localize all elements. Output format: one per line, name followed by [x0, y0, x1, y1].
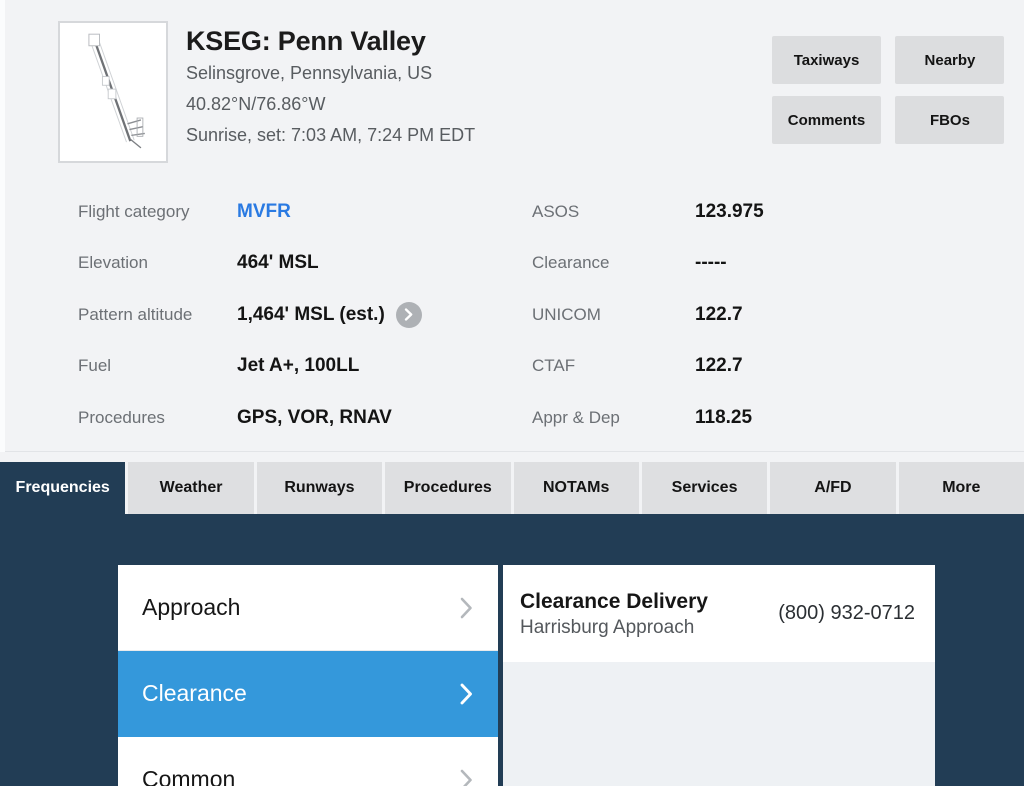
list-item-label: Clearance	[142, 680, 247, 706]
chevron-right-icon	[459, 596, 474, 620]
pattern-altitude-value-wrap: 1,464' MSL (est.)	[237, 301, 422, 328]
info-row-flight-category: Flight category MVFR	[78, 186, 518, 238]
elevation-value: 464' MSL	[237, 252, 319, 274]
info-row-unicom: UNICOM 122.7	[532, 289, 962, 341]
frequencies-panel: Approach Clearance Common Clearance Deli…	[0, 514, 1024, 786]
info-label: Fuel	[78, 356, 112, 376]
list-item-common[interactable]: Common	[118, 737, 498, 786]
detail-phone-number[interactable]: (800) 932-0712	[778, 602, 915, 625]
asos-value: 123.975	[695, 200, 764, 222]
airport-info-grid: Flight category MVFR Elevation 464' MSL …	[0, 186, 1024, 444]
fbos-button[interactable]: FBOs	[895, 96, 1005, 144]
info-row-asos: ASOS 123.975	[532, 186, 962, 238]
chevron-right-glyph	[460, 683, 472, 704]
info-label: Clearance	[532, 253, 610, 273]
chevron-right-glyph	[460, 769, 472, 786]
tab-runways[interactable]: Runways	[256, 462, 386, 514]
info-row-pattern-altitude: Pattern altitude 1,464' MSL (est.)	[78, 289, 518, 341]
runway-diagram-icon	[60, 23, 166, 161]
detail-title: Clearance Delivery	[520, 589, 708, 613]
info-label: CTAF	[532, 356, 576, 376]
list-item-approach[interactable]: Approach	[118, 565, 498, 651]
tab-services[interactable]: Services	[641, 462, 771, 514]
chevron-right-icon[interactable]	[395, 301, 422, 328]
info-row-fuel: Fuel Jet A+, 100LL	[78, 341, 518, 393]
taxiways-button[interactable]: Taxiways	[772, 36, 881, 84]
info-label: Elevation	[78, 253, 148, 273]
frequency-detail-pane: Clearance Delivery Harrisburg Approach (…	[503, 565, 935, 786]
list-item-label: Approach	[142, 594, 241, 620]
tab-bar: Frequencies Weather Runways Procedures N…	[0, 462, 1024, 514]
info-row-elevation: Elevation 464' MSL	[78, 238, 518, 290]
header-action-buttons: Taxiways Nearby Comments FBOs	[772, 36, 1012, 156]
ctaf-value: 122.7	[695, 355, 743, 377]
info-label: UNICOM	[532, 304, 601, 324]
tab-afd[interactable]: A/FD	[770, 462, 899, 514]
airport-title-block: KSEG: Penn Valley Selinsgrove, Pennsylva…	[186, 24, 475, 151]
tab-weather[interactable]: Weather	[128, 462, 257, 514]
fuel-value: Jet A+, 100LL	[237, 355, 360, 377]
info-row-appr-dep: Appr & Dep 118.25	[532, 392, 962, 444]
airport-header: KSEG: Penn Valley Selinsgrove, Pennsylva…	[0, 0, 1024, 452]
info-row-clearance: Clearance -----	[532, 238, 962, 290]
chevron-right-icon	[459, 768, 474, 786]
page-title: KSEG: Penn Valley	[186, 26, 426, 56]
airport-coordinates: 40.82°N/76.86°W	[186, 94, 326, 114]
airport-info-screen: KSEG: Penn Valley Selinsgrove, Pennsylva…	[0, 0, 1024, 786]
info-label: Procedures	[78, 407, 165, 427]
info-column-right: ASOS 123.975 Clearance ----- UNICOM 122.…	[532, 186, 962, 444]
unicom-value: 122.7	[695, 303, 743, 325]
info-row-ctaf: CTAF 122.7	[532, 341, 962, 393]
left-edge-strip	[0, 0, 5, 452]
nearby-button[interactable]: Nearby	[895, 36, 1005, 84]
flight-category-value[interactable]: MVFR	[237, 201, 291, 223]
info-column-left: Flight category MVFR Elevation 464' MSL …	[78, 186, 518, 444]
info-label: Appr & Dep	[532, 407, 620, 427]
tab-notams[interactable]: NOTAMs	[513, 462, 642, 514]
airport-location: Selinsgrove, Pennsylvania, US	[186, 63, 433, 83]
list-item-label: Common	[142, 766, 236, 786]
comments-button[interactable]: Comments	[772, 96, 881, 144]
airport-sunrise-sunset: Sunrise, set: 7:03 AM, 7:24 PM EDT	[186, 125, 476, 145]
header-top: KSEG: Penn Valley Selinsgrove, Pennsylva…	[0, 0, 1024, 178]
info-label: Pattern altitude	[78, 304, 193, 324]
table-row[interactable]: Clearance Delivery Harrisburg Approach (…	[503, 565, 935, 662]
clearance-value: -----	[695, 252, 727, 274]
list-item-clearance[interactable]: Clearance	[118, 651, 498, 737]
tab-more[interactable]: More	[898, 462, 1024, 514]
pattern-altitude-value: 1,464' MSL (est.)	[237, 303, 385, 325]
frequency-category-list: Approach Clearance Common	[118, 565, 498, 786]
detail-subtitle: Harrisburg Approach	[520, 616, 695, 638]
chevron-right-icon	[459, 682, 474, 706]
tab-frequencies[interactable]: Frequencies	[0, 462, 129, 514]
detail-text-block: Clearance Delivery Harrisburg Approach	[520, 588, 778, 640]
procedures-value: GPS, VOR, RNAV	[237, 406, 392, 428]
airport-diagram-thumbnail[interactable]	[58, 21, 168, 163]
appr-dep-value: 118.25	[695, 406, 753, 428]
info-label: Flight category	[78, 201, 190, 221]
info-row-procedures: Procedures GPS, VOR, RNAV	[78, 392, 518, 444]
tab-procedures[interactable]: Procedures	[385, 462, 514, 514]
info-label: ASOS	[532, 201, 580, 221]
chevron-right-glyph	[405, 308, 413, 321]
chevron-right-glyph	[460, 597, 472, 618]
